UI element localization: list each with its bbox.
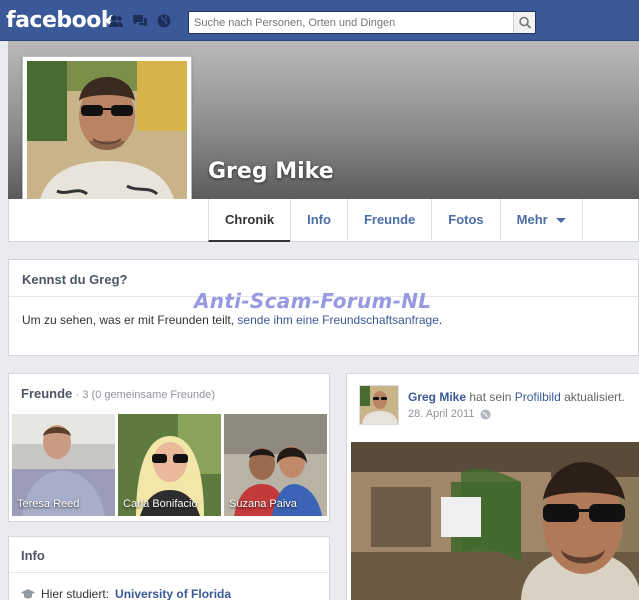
notifications-globe-icon[interactable] [156, 14, 172, 28]
friends-title[interactable]: Freunde [21, 386, 72, 401]
watermark-text: Anti-Scam-Forum-NL [194, 289, 432, 313]
friend-name[interactable]: Carla Bonifacio [123, 498, 198, 510]
info-box: Info Hier studiert: University of Florid… [8, 536, 330, 600]
tab-fotos[interactable]: Fotos [431, 199, 499, 242]
profile-photo-image [27, 61, 187, 221]
messages-icon[interactable] [132, 14, 148, 28]
friends-icon[interactable] [108, 14, 124, 28]
tab-mehr-label: Mehr [516, 212, 548, 227]
friend-request-link[interactable]: sende ihm eine Freundschaftsanfrage [237, 313, 438, 327]
friend-tile[interactable]: Carla Bonifacio [118, 414, 221, 516]
friends-box: Freunde · 3 (0 gemeinsame Freunde) Teres… [8, 373, 330, 522]
profile-tabs: Chronik Info Freunde Fotos Mehr [208, 199, 583, 242]
search-input[interactable] [189, 12, 511, 33]
divider [9, 572, 329, 573]
tab-freunde[interactable]: Freunde [346, 199, 431, 242]
tab-info[interactable]: Info [290, 199, 347, 242]
post-photo-image [351, 442, 639, 600]
tab-mehr[interactable]: Mehr [499, 199, 583, 242]
info-education-row: Hier studiert: University of Florida [21, 587, 231, 600]
search-box [188, 11, 536, 34]
know-person-text: Um zu sehen, was er mit Freunden teilt, … [22, 313, 442, 327]
know-text-before: Um zu sehen, was er mit Freunden teilt, [22, 313, 238, 327]
friend-tile[interactable]: Teresa Reed [12, 414, 115, 516]
tab-chronik[interactable]: Chronik [208, 199, 291, 242]
post-author-name[interactable]: Greg Mike [408, 390, 466, 404]
facebook-logo[interactable]: facebook [6, 8, 116, 33]
search-button[interactable] [513, 12, 535, 33]
info-title[interactable]: Info [21, 548, 45, 563]
friend-name[interactable]: Teresa Reed [17, 498, 79, 510]
search-icon [519, 16, 532, 29]
know-text-after: . [438, 313, 443, 327]
info-education-prefix: Hier studiert: [41, 587, 110, 600]
avatar-image [360, 386, 398, 424]
friends-count: · 3 (0 gemeinsame Freunde) [75, 389, 216, 401]
friend-name[interactable]: Suzana Paiva [229, 498, 297, 510]
post-date[interactable]: 28. April 2011 [408, 408, 474, 420]
post-action: hat sein [469, 390, 512, 404]
top-bar: facebook [0, 0, 639, 41]
know-person-title: Kennst du Greg? [22, 272, 128, 287]
friends-header: Freunde · 3 (0 gemeinsame Freunde) [21, 386, 215, 401]
friend-tile[interactable]: Suzana Paiva [224, 414, 327, 516]
post-author-avatar[interactable] [359, 385, 399, 425]
timeline-post: Greg Mike hat sein Profilbild aktualisie… [346, 373, 639, 600]
post-action-end: aktualisiert. [564, 390, 625, 404]
graduation-cap-icon [21, 589, 35, 599]
chevron-down-icon [555, 218, 566, 224]
university-link[interactable]: University of Florida [115, 587, 231, 600]
post-date-row: 28. April 2011 [408, 408, 491, 420]
profile-picture-link[interactable]: Profilbild [515, 390, 561, 404]
post-photo[interactable] [351, 442, 639, 600]
top-icons [108, 14, 172, 28]
post-header: Greg Mike hat sein Profilbild aktualisie… [408, 390, 625, 404]
profile-name[interactable]: Greg Mike [208, 159, 334, 184]
globe-icon[interactable] [480, 409, 491, 420]
